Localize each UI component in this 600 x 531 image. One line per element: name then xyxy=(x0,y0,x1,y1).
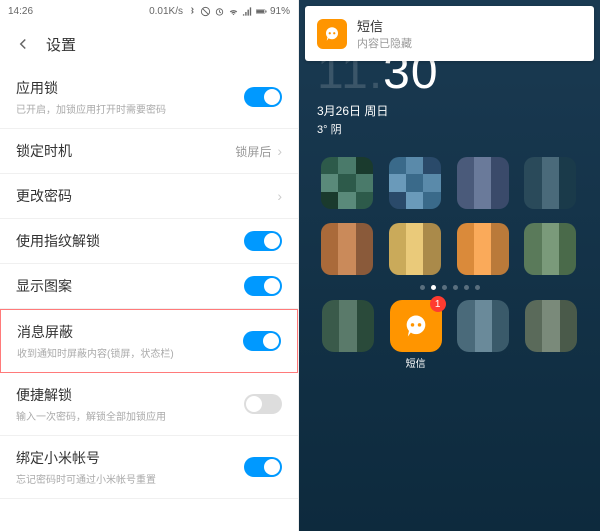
alarm-icon xyxy=(214,6,225,17)
setting-subtitle: 收到通知时屏蔽内容(锁屏，状态栏) xyxy=(17,345,243,360)
back-icon[interactable] xyxy=(14,35,32,53)
notification-badge: 1 xyxy=(430,296,446,312)
app-icon[interactable] xyxy=(389,157,441,209)
setting-title: 更改密码 xyxy=(16,186,277,206)
notification-app-name: 短信 xyxy=(357,16,582,35)
notification-content: 短信 内容已隐藏 xyxy=(357,16,582,51)
setting-subtitle: 输入一次密码，解锁全部加锁应用 xyxy=(16,408,244,423)
setting-row[interactable]: 绑定小米帐号忘记密码时可通过小米帐号重置 xyxy=(0,436,298,499)
app-icon[interactable] xyxy=(524,157,576,209)
dock-item[interactable]: 1 短信 xyxy=(389,300,443,370)
setting-value: 锁屏后 xyxy=(235,143,271,160)
setting-row[interactable]: 便捷解锁输入一次密码，解锁全部加锁应用 xyxy=(0,373,298,436)
dock: 1 短信 xyxy=(299,290,600,370)
toggle-switch[interactable] xyxy=(244,87,282,107)
status-indicators: 0.01K/s 91% xyxy=(149,6,290,17)
page-title: 设置 xyxy=(46,34,76,55)
toggle-switch[interactable] xyxy=(243,331,281,351)
app-icon[interactable] xyxy=(457,157,509,209)
setting-row[interactable]: 应用锁已开启，加锁应用打开时需要密码 xyxy=(0,66,298,129)
notification-body: 内容已隐藏 xyxy=(357,35,582,51)
bluetooth-icon xyxy=(186,6,197,17)
setting-title: 便捷解锁 xyxy=(16,385,244,405)
setting-row[interactable]: 显示图案 xyxy=(0,264,298,309)
setting-title: 绑定小米帐号 xyxy=(16,448,244,468)
setting-subtitle: 已开启，加锁应用打开时需要密码 xyxy=(16,101,244,116)
settings-screen: 14:26 0.01K/s 91% 设置 应用锁已开启，加锁应用打开时需要密码锁… xyxy=(0,0,299,531)
chevron-right-icon: › xyxy=(277,143,282,159)
setting-row[interactable]: 锁定时机锁屏后 › xyxy=(0,129,298,174)
dock-label: 短信 xyxy=(406,355,426,370)
setting-row[interactable]: 更改密码› xyxy=(0,174,298,219)
app-icon[interactable] xyxy=(389,223,441,275)
chevron-right-icon: › xyxy=(277,188,282,204)
app-icon[interactable] xyxy=(322,300,374,352)
network-speed: 0.01K/s xyxy=(149,6,183,17)
battery-percent: 91% xyxy=(270,6,290,17)
toggle-switch[interactable] xyxy=(244,231,282,251)
toggle-switch[interactable] xyxy=(244,276,282,296)
setting-row[interactable]: 使用指纹解锁 xyxy=(0,219,298,264)
toggle-switch[interactable] xyxy=(244,457,282,477)
toggle-switch[interactable] xyxy=(244,394,282,414)
clock-weather: 3° 阴 xyxy=(317,121,582,137)
wifi-icon xyxy=(228,6,239,17)
setting-row[interactable]: 消息屏蔽收到通知时屏蔽内容(锁屏，状态栏) xyxy=(0,309,298,373)
dock-item[interactable] xyxy=(457,300,511,370)
app-icon[interactable] xyxy=(524,223,576,275)
setting-title: 消息屏蔽 xyxy=(17,322,243,342)
app-icon[interactable] xyxy=(321,223,373,275)
sms-dock-icon[interactable]: 1 xyxy=(390,300,442,352)
battery-icon xyxy=(256,6,267,17)
setting-title: 显示图案 xyxy=(16,276,244,296)
notification-card[interactable]: 短信 内容已隐藏 xyxy=(305,6,594,61)
status-bar: 14:26 0.01K/s 91% xyxy=(0,0,298,22)
header: 设置 xyxy=(0,22,298,66)
settings-list: 应用锁已开启，加锁应用打开时需要密码锁定时机锁屏后›更改密码›使用指纹解锁显示图… xyxy=(0,66,298,531)
sms-app-icon xyxy=(317,19,347,49)
app-icon[interactable] xyxy=(457,223,509,275)
setting-title: 锁定时机 xyxy=(16,141,235,161)
status-time: 14:26 xyxy=(8,6,33,17)
signal-icon xyxy=(242,6,253,17)
lock-screen: 短信 内容已隐藏 11.30 3月26日 周日 3° 阴 1短信 xyxy=(299,0,600,531)
clock-date: 3月26日 周日 xyxy=(317,102,582,119)
mute-icon xyxy=(200,6,211,17)
dock-item[interactable] xyxy=(524,300,578,370)
app-icon[interactable] xyxy=(457,300,509,352)
setting-title: 使用指纹解锁 xyxy=(16,231,244,251)
app-grid xyxy=(299,137,600,275)
app-icon[interactable] xyxy=(321,157,373,209)
setting-subtitle: 忘记密码时可通过小米帐号重置 xyxy=(16,471,244,486)
dock-item[interactable] xyxy=(321,300,375,370)
app-icon[interactable] xyxy=(525,300,577,352)
setting-title: 应用锁 xyxy=(16,78,244,98)
